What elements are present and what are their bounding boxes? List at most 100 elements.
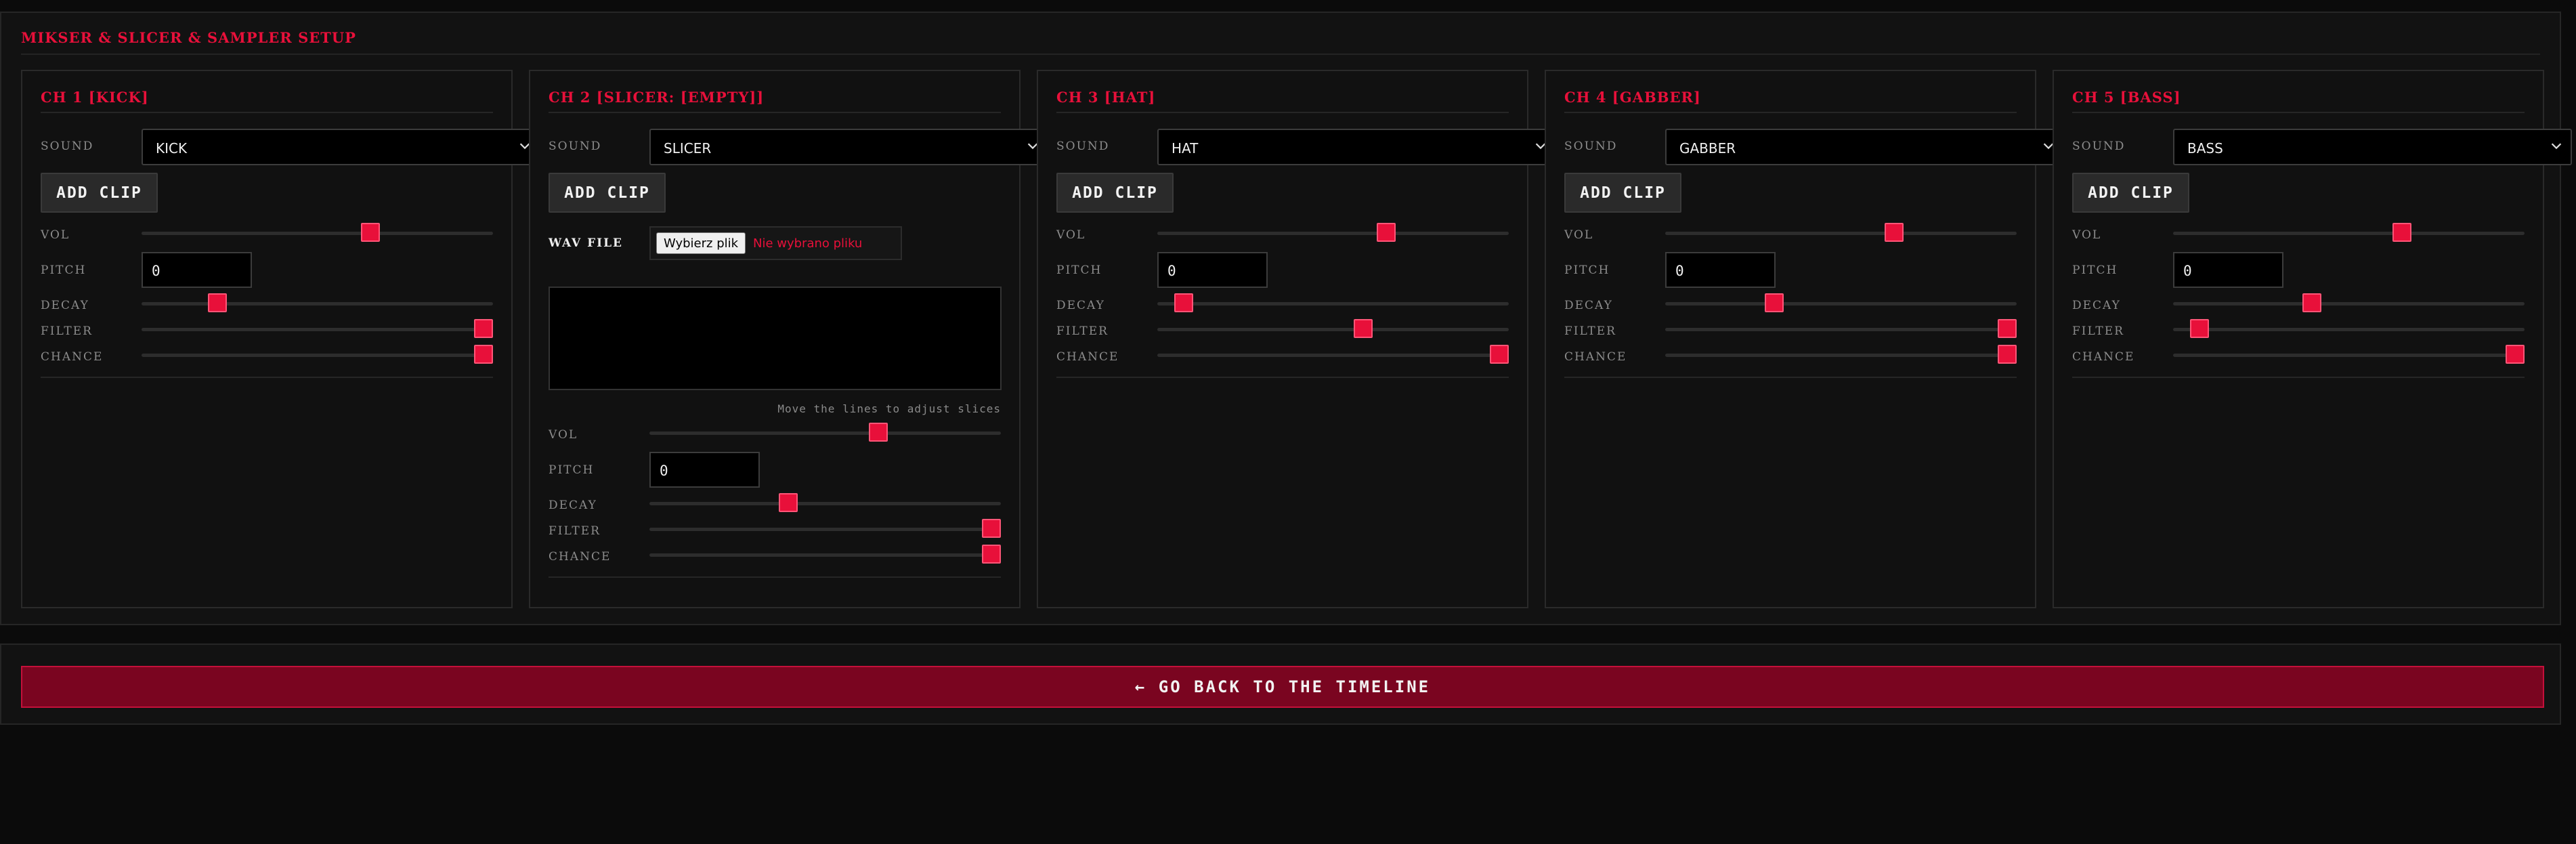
slider-track [1665,328,2017,331]
slider-thumb[interactable] [1998,345,2017,364]
decay-slider[interactable] [142,293,493,315]
chance-label: CHANCE [41,350,104,364]
sound-select[interactable]: BASS [2173,129,2572,165]
pitch-value: 0 [2183,263,2192,279]
chance-label: CHANCE [549,550,611,564]
filter-slider[interactable] [142,319,493,341]
vol-label: VOL [1564,228,1594,242]
slider-thumb[interactable] [779,493,798,512]
slider-thumb[interactable] [1353,319,1373,338]
sound-label: SOUND [1056,140,1110,153]
wav-file-label: WAV FILE [549,236,623,250]
add-clip-button[interactable]: ADD CLIP [1056,173,1174,213]
back-to-timeline-button[interactable]: ← GO BACK TO THE TIMELINE [21,666,2544,708]
slider-track [1665,302,2017,305]
slider-track [1665,354,2017,357]
slider-thumb[interactable] [2506,345,2525,364]
decay-slider[interactable] [1157,293,1509,315]
slider-track [1157,232,1509,235]
pitch-input[interactable]: 0 [142,252,252,288]
filter-slider[interactable] [649,519,1001,541]
slider-thumb[interactable] [2189,319,2209,338]
decay-slider[interactable] [1665,293,2017,315]
vol-label: VOL [549,428,578,442]
channel-title: CH 4 [GABBER] [1564,89,1701,106]
slider-thumb[interactable] [1998,319,2017,338]
filter-label: FILTER [41,324,93,338]
divider [2072,112,2525,113]
vol-slider[interactable] [1665,223,2017,245]
decay-label: DECAY [1564,299,1613,312]
slider-thumb[interactable] [982,519,1001,538]
vol-slider[interactable] [1157,223,1509,245]
decay-label: DECAY [41,299,89,312]
waveform-slice-editor[interactable] [549,287,1002,390]
sound-label: SOUND [41,140,94,153]
vol-slider[interactable] [142,223,493,245]
decay-label: DECAY [549,499,597,512]
channel-title: CH 5 [BASS] [2072,89,2181,106]
chance-slider[interactable] [1665,345,2017,366]
sound-select[interactable]: GABBER [1665,129,2064,165]
chance-slider[interactable] [1157,345,1509,366]
filter-label: FILTER [1056,324,1109,338]
channel-title: CH 1 [KICK] [41,89,149,106]
slider-thumb[interactable] [982,545,1001,564]
pitch-input[interactable]: 0 [1157,252,1268,288]
pitch-input[interactable]: 0 [649,452,760,488]
wav-file-input[interactable]: Wybierz plik Nie wybrano pliku [649,226,902,260]
add-clip-button[interactable]: ADD CLIP [1564,173,1681,213]
slider-track [649,502,1001,505]
vol-label: VOL [2072,228,2102,242]
filter-slider[interactable] [2173,319,2525,341]
pitch-input[interactable]: 0 [2173,252,2283,288]
slider-thumb[interactable] [2392,223,2412,242]
vol-label: VOL [1056,228,1086,242]
pitch-value: 0 [152,263,160,279]
divider [1564,112,2017,113]
chance-slider[interactable] [2173,345,2525,366]
slider-thumb[interactable] [474,345,493,364]
slider-track [142,328,493,331]
sound-select[interactable]: HAT [1157,129,1556,165]
slider-track [2173,232,2525,235]
slider-thumb[interactable] [2302,293,2322,312]
sound-select[interactable]: KICK [142,129,540,165]
pitch-value: 0 [1167,263,1176,279]
decay-slider[interactable] [2173,293,2525,315]
divider [2072,377,2525,378]
slider-thumb[interactable] [1174,293,1193,312]
slider-thumb[interactable] [1885,223,1904,242]
divider [1056,377,1509,378]
file-status: Nie wybrano pliku [753,236,863,251]
divider [21,54,2540,55]
slider-thumb[interactable] [869,423,888,442]
chance-slider[interactable] [649,545,1001,566]
slider-thumb[interactable] [1490,345,1509,364]
setup-panel: MIKSER & SLICER & SAMPLER SETUP CH 1 [KI… [0,12,2572,625]
slice-hint: Move the lines to adjust slices [777,402,1001,415]
filter-label: FILTER [549,524,601,538]
filter-slider[interactable] [1665,319,2017,341]
vol-slider[interactable] [649,423,1001,444]
sound-select[interactable]: SLICER [649,129,1048,165]
slider-track [142,302,493,305]
slider-track [649,431,1001,435]
decay-slider[interactable] [649,493,1001,515]
vol-slider[interactable] [2173,223,2525,245]
slider-thumb[interactable] [1377,223,1396,242]
slider-thumb[interactable] [208,293,228,312]
channel-title: CH 3 [HAT] [1056,89,1156,106]
slider-thumb[interactable] [474,319,493,338]
slider-thumb[interactable] [361,223,381,242]
choose-file-button[interactable]: Wybierz plik [656,232,746,254]
filter-slider[interactable] [1157,319,1509,341]
setup-title: MIKSER & SLICER & SAMPLER SETUP [21,29,356,46]
pitch-label: PITCH [1564,263,1610,277]
add-clip-button[interactable]: ADD CLIP [41,173,158,213]
add-clip-button[interactable]: ADD CLIP [2072,173,2189,213]
pitch-input[interactable]: 0 [1665,252,1776,288]
add-clip-button[interactable]: ADD CLIP [549,173,666,213]
chance-slider[interactable] [142,345,493,366]
slider-thumb[interactable] [1765,293,1784,312]
